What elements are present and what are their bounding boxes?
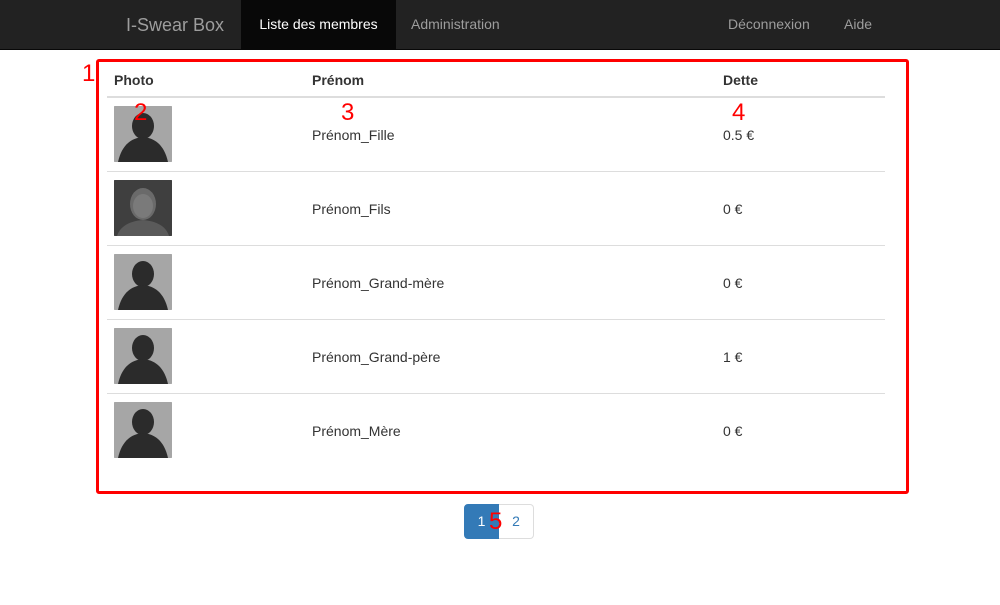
silhouette-icon — [114, 254, 172, 310]
blurred-photo-icon — [114, 180, 172, 236]
annotation-marker-4: 4 — [732, 99, 746, 126]
table-row: Prénom_Mère 0 € — [107, 394, 885, 468]
brand-link[interactable]: I-Swear Box — [126, 0, 224, 50]
table-row: Prénom_Grand-mère 0 € — [107, 246, 885, 320]
annotation-marker-2: 2 — [134, 99, 148, 126]
member-debt: 0 € — [723, 275, 743, 291]
top-navbar: I-Swear Box Liste des membres Administra… — [0, 0, 1000, 50]
table-row: Prénom_Grand-père 1 € — [107, 320, 885, 394]
nav-item-help[interactable]: Aide — [844, 0, 872, 50]
member-name: Prénom_Fille — [312, 127, 395, 143]
annotation-marker-3: 3 — [341, 99, 355, 126]
nav-item-logout[interactable]: Déconnexion — [728, 0, 810, 50]
nav-item-administration[interactable]: Administration — [411, 0, 500, 50]
annotation-marker-1: 1 — [82, 60, 96, 87]
page-button-2[interactable]: 2 — [499, 504, 534, 539]
nav-item-members[interactable]: Liste des membres — [241, 0, 396, 50]
silhouette-icon — [114, 402, 172, 458]
member-debt: 0 € — [723, 201, 743, 217]
header-name: Prénom — [312, 72, 365, 88]
member-name: Prénom_Grand-père — [312, 349, 441, 365]
header-photo: Photo — [114, 72, 154, 88]
member-debt: 0 € — [723, 423, 743, 439]
member-debt: 0.5 € — [723, 127, 755, 143]
header-debt: Dette — [723, 72, 759, 88]
member-debt: 1 € — [723, 349, 743, 365]
annotation-marker-5: 5 — [489, 508, 503, 535]
member-name: Prénom_Fils — [312, 201, 391, 217]
member-name: Prénom_Grand-mère — [312, 275, 445, 291]
member-name: Prénom_Mère — [312, 423, 401, 439]
table-row: Prénom_Fille 0.5 € — [107, 98, 885, 172]
table-header: Photo Prénom Dette — [107, 60, 885, 98]
silhouette-icon — [114, 328, 172, 384]
members-table: Photo Prénom Dette Prénom_Fille 0.5 € Pr… — [107, 60, 885, 468]
table-row: Prénom_Fils 0 € — [107, 172, 885, 246]
